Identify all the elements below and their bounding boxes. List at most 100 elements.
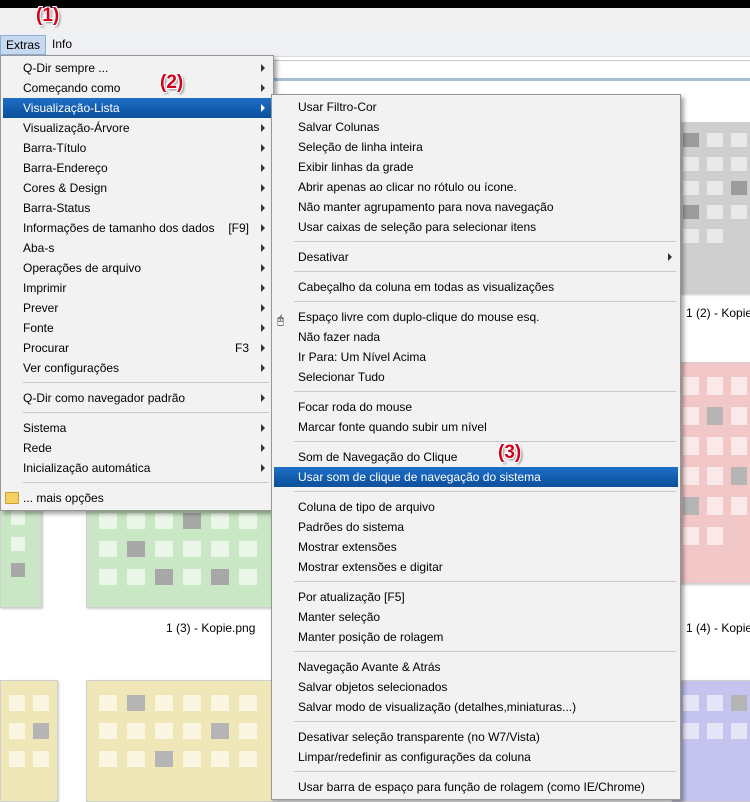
menu-extras[interactable]: Extras [0, 35, 47, 55]
menu-item-search[interactable]: Procurar F3 [3, 338, 271, 358]
menu-item-network[interactable]: Rede [3, 438, 271, 458]
submenu-item-file-type-column[interactable]: Coluna de tipo de arquivo [274, 497, 678, 517]
submenu-item-focus-wheel[interactable]: Focar roda do mouse [274, 397, 678, 417]
title-strip [0, 0, 750, 8]
thumbnail-yellow[interactable] [86, 680, 274, 802]
submenu-arrow-icon [261, 284, 265, 292]
submenu-item-no-grouping[interactable]: Não manter agrupamento para nova navegaç… [274, 197, 678, 217]
menu-separator [294, 721, 676, 722]
thumbnail-green[interactable] [86, 500, 274, 608]
list-view-submenu: Usar Filtro-Cor Salvar Colunas Seleção d… [271, 94, 681, 800]
menu-item-more-options[interactable]: ... mais opções [3, 488, 271, 508]
file-caption-4[interactable]: 1 (4) - Kopie [686, 621, 750, 635]
menu-item-size-info[interactable]: Informações de tamanho dos dados [F9] [3, 218, 271, 238]
submenu-arrow-icon [261, 304, 265, 312]
submenu-item-system-click-sound[interactable]: Usar som de clique de navegação do siste… [274, 467, 678, 487]
menu-item-title-bar[interactable]: Barra-Título [3, 138, 271, 158]
menu-separator [294, 581, 676, 582]
menu-item-list-view[interactable]: Visualização-Lista [3, 98, 271, 118]
submenu-item-refresh[interactable]: Por atualização [F5] [274, 587, 678, 607]
thumbnail-blue-image [673, 681, 750, 801]
submenu-item-save-view-mode[interactable]: Salvar modo de visualização (detalhes,mi… [274, 697, 678, 717]
submenu-arrow-icon [668, 253, 672, 261]
menu-item-preview[interactable]: Prever [3, 298, 271, 318]
submenu-item-double-click-space[interactable]: 🖰 Espaço livre com duplo-clique do mouse … [274, 307, 678, 327]
menu-bar: Extras Info [0, 32, 750, 57]
submenu-item-save-selected[interactable]: Salvar objetos selecionados [274, 677, 678, 697]
submenu-item-mark-source[interactable]: Marcar fonte quando subir um nível [274, 417, 678, 437]
menu-item-font[interactable]: Fonte [3, 318, 271, 338]
thumbnail-green-left-image [1, 501, 41, 607]
submenu-item-reset-columns[interactable]: Limpar/redefinir as configurações da col… [274, 747, 678, 767]
submenu-arrow-icon [261, 324, 265, 332]
menu-item-qdir-always[interactable]: Q-Dir sempre ... [3, 58, 271, 78]
submenu-arrow-icon [261, 144, 265, 152]
annotation-2: (2) [160, 72, 184, 93]
menu-item-tree-view[interactable]: Visualização-Árvore [3, 118, 271, 138]
submenu-item-select-all[interactable]: Selecionar Tudo [274, 367, 678, 387]
extras-dropdown-menu: Q-Dir sempre ... Começando como Visualiz… [0, 55, 274, 511]
menu-item-print[interactable]: Imprimir [3, 278, 271, 298]
submenu-arrow-icon [261, 244, 265, 252]
submenu-arrow-icon [261, 124, 265, 132]
menu-separator [294, 441, 676, 442]
folder-icon [5, 492, 19, 504]
menu-item-file-operations[interactable]: Operações de arquivo [3, 258, 271, 278]
menu-separator [294, 301, 676, 302]
menu-item-system[interactable]: Sistema [3, 418, 271, 438]
thumbnail-red[interactable] [672, 362, 750, 584]
menu-item-address-bar[interactable]: Barra-Endereço [3, 158, 271, 178]
menu-separator [294, 491, 676, 492]
submenu-item-disable-transparent[interactable]: Desativar seleção transparente (no W7/Vi… [274, 727, 678, 747]
menu-item-starting-as[interactable]: Começando como [3, 78, 271, 98]
menu-item-status-bar[interactable]: Barra-Status [3, 198, 271, 218]
submenu-item-checkboxes[interactable]: Usar caixas de seleção para selecionar i… [274, 217, 678, 237]
address-bar-line [268, 78, 750, 81]
submenu-item-save-columns[interactable]: Salvar Colunas [274, 117, 678, 137]
panel-border [268, 60, 750, 61]
thumbnail-yellow-left-image [1, 681, 57, 801]
submenu-item-go-up[interactable]: Ir Para: Um Nível Acima [274, 347, 678, 367]
thumbnail-green-image [87, 501, 273, 607]
submenu-item-full-row-select[interactable]: Seleção de linha inteira [274, 137, 678, 157]
submenu-arrow-icon [261, 364, 265, 372]
submenu-item-do-nothing[interactable]: Não fazer nada [274, 327, 678, 347]
submenu-arrow-icon [261, 464, 265, 472]
submenu-item-disable[interactable]: Desativar [274, 247, 678, 267]
file-caption-2[interactable]: 1 (2) - Kopie [686, 306, 750, 320]
thumbnail-blue[interactable] [672, 680, 750, 802]
menu-info[interactable]: Info [47, 35, 77, 53]
submenu-item-color-filter[interactable]: Usar Filtro-Cor [274, 97, 678, 117]
menu-item-tabs[interactable]: Aba-s [3, 238, 271, 258]
thumbnail-yellow-left[interactable] [0, 680, 58, 802]
submenu-arrow-icon [261, 344, 265, 352]
submenu-arrow-icon [261, 104, 265, 112]
submenu-item-click-sound[interactable]: Som de Navegação do Clique [274, 447, 678, 467]
submenu-item-column-header[interactable]: Cabeçalho da coluna em todas as visualiz… [274, 277, 678, 297]
menu-separator [23, 412, 269, 413]
annotation-3: (3) [498, 442, 522, 463]
menu-item-autostart[interactable]: Inicialização automática [3, 458, 271, 478]
menu-item-default-browser[interactable]: Q-Dir como navegador padrão [3, 388, 271, 408]
submenu-arrow-icon [261, 224, 265, 232]
submenu-item-show-extensions[interactable]: Mostrar extensões [274, 537, 678, 557]
submenu-arrow-icon [261, 264, 265, 272]
window-toolbar-area [0, 8, 750, 32]
thumbnail-green-left[interactable] [0, 500, 42, 608]
submenu-item-keep-selection[interactable]: Manter seleção [274, 607, 678, 627]
menu-separator [294, 771, 676, 772]
submenu-item-open-on-label[interactable]: Abrir apenas ao clicar no rótulo ou ícon… [274, 177, 678, 197]
submenu-item-spacebar-scroll[interactable]: Usar barra de espaço para função de rola… [274, 777, 678, 797]
submenu-item-nav-back-forward[interactable]: Navegação Avante & Atrás [274, 657, 678, 677]
submenu-item-show-extensions-type[interactable]: Mostrar extensões e digitar [274, 557, 678, 577]
menu-separator [294, 241, 676, 242]
thumbnail-gray[interactable] [672, 122, 750, 294]
submenu-item-system-defaults[interactable]: Padrões do sistema [274, 517, 678, 537]
menu-item-view-settings[interactable]: Ver configurações [3, 358, 271, 378]
thumbnail-red-image [673, 363, 750, 583]
submenu-item-grid-lines[interactable]: Exibir linhas da grade [274, 157, 678, 177]
submenu-arrow-icon [261, 64, 265, 72]
menu-item-colors-design[interactable]: Cores & Design [3, 178, 271, 198]
file-caption-3[interactable]: 1 (3) - Kopie.png [166, 621, 255, 635]
submenu-item-keep-scroll[interactable]: Manter posição de rolagem [274, 627, 678, 647]
